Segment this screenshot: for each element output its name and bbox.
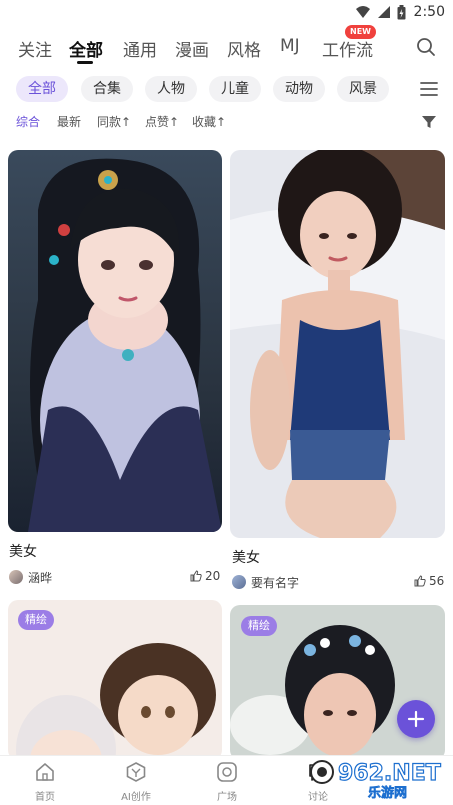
- wifi-icon: [355, 6, 370, 18]
- plus-icon: [407, 710, 425, 728]
- sort-same-style[interactable]: 同款↑: [97, 113, 131, 130]
- card-likes-1[interactable]: 20: [190, 569, 220, 583]
- card-author-2[interactable]: 要有名字: [251, 574, 299, 591]
- sort-comprehensive[interactable]: 综合: [16, 113, 40, 130]
- svg-text:962.NET: 962.NET: [338, 761, 441, 786]
- new-badge: NEW: [345, 25, 376, 39]
- sort-latest[interactable]: 最新: [57, 113, 81, 130]
- tab-mj[interactable]: MJ: [280, 36, 300, 56]
- menu-icon[interactable]: [420, 81, 438, 97]
- tab-workflow[interactable]: 工作流: [322, 36, 373, 61]
- top-tab-bar: 关注 全部 通用 漫画 风格 MJ 工作流: [0, 30, 453, 66]
- like-icon: [414, 575, 426, 587]
- chip-scenery[interactable]: 风景: [337, 76, 389, 102]
- chip-animals[interactable]: 动物: [273, 76, 325, 102]
- sort-bar: 综合 最新 同款↑ 点赞↑ 收藏↑: [0, 113, 453, 133]
- search-icon[interactable]: [416, 37, 436, 57]
- nav-ai-create[interactable]: AI创作: [108, 762, 164, 803]
- nav-square[interactable]: 广场: [199, 762, 255, 803]
- likes-count: 20: [205, 569, 221, 583]
- tab-follow[interactable]: 关注: [18, 36, 52, 61]
- svg-text:乐游网: 乐游网: [368, 785, 407, 800]
- sort-likes[interactable]: 点赞↑: [145, 113, 179, 130]
- tab-general[interactable]: 通用: [123, 36, 157, 61]
- card-title-2[interactable]: 美女: [232, 547, 260, 567]
- quality-badge: 精绘: [241, 616, 277, 636]
- nav-square-label: 广场: [217, 792, 237, 803]
- card-author-1[interactable]: 涵晔: [28, 569, 52, 586]
- nav-ai-create-label: AI创作: [121, 792, 151, 803]
- like-icon: [190, 570, 202, 582]
- status-bar: 2:50: [0, 0, 453, 26]
- battery-icon: [397, 4, 406, 19]
- watermark-logo: 962.NET 乐游网: [308, 758, 448, 801]
- sort-favorites[interactable]: 收藏↑: [192, 113, 226, 130]
- tab-all[interactable]: 全部: [69, 36, 103, 61]
- signal-icon: [377, 6, 390, 18]
- quality-badge: 精绘: [18, 610, 54, 630]
- chip-all[interactable]: 全部: [16, 76, 68, 102]
- filter-icon[interactable]: [421, 114, 437, 130]
- nav-home-label: 首页: [35, 792, 55, 803]
- tab-style[interactable]: 风格: [227, 36, 261, 61]
- status-time: 2:50: [413, 4, 445, 20]
- ai-create-icon: [126, 762, 146, 782]
- card-image-2[interactable]: [230, 150, 445, 538]
- card-title-1[interactable]: 美女: [9, 541, 37, 561]
- category-chip-bar: 全部 合集 人物 儿童 动物 风景: [0, 76, 453, 104]
- square-icon: [217, 762, 237, 782]
- home-icon: [36, 763, 54, 781]
- card-image-1[interactable]: [8, 150, 222, 532]
- avatar[interactable]: [9, 570, 23, 584]
- tab-comic[interactable]: 漫画: [175, 36, 209, 61]
- nav-home[interactable]: 首页: [17, 762, 73, 803]
- active-tab-indicator: [77, 61, 93, 64]
- chip-people[interactable]: 人物: [145, 76, 197, 102]
- chip-children[interactable]: 儿童: [209, 76, 261, 102]
- avatar[interactable]: [232, 575, 246, 589]
- card-likes-2[interactable]: 56: [414, 574, 444, 588]
- chip-collection[interactable]: 合集: [81, 76, 133, 102]
- likes-count: 56: [429, 574, 445, 588]
- create-fab-button[interactable]: [397, 700, 435, 738]
